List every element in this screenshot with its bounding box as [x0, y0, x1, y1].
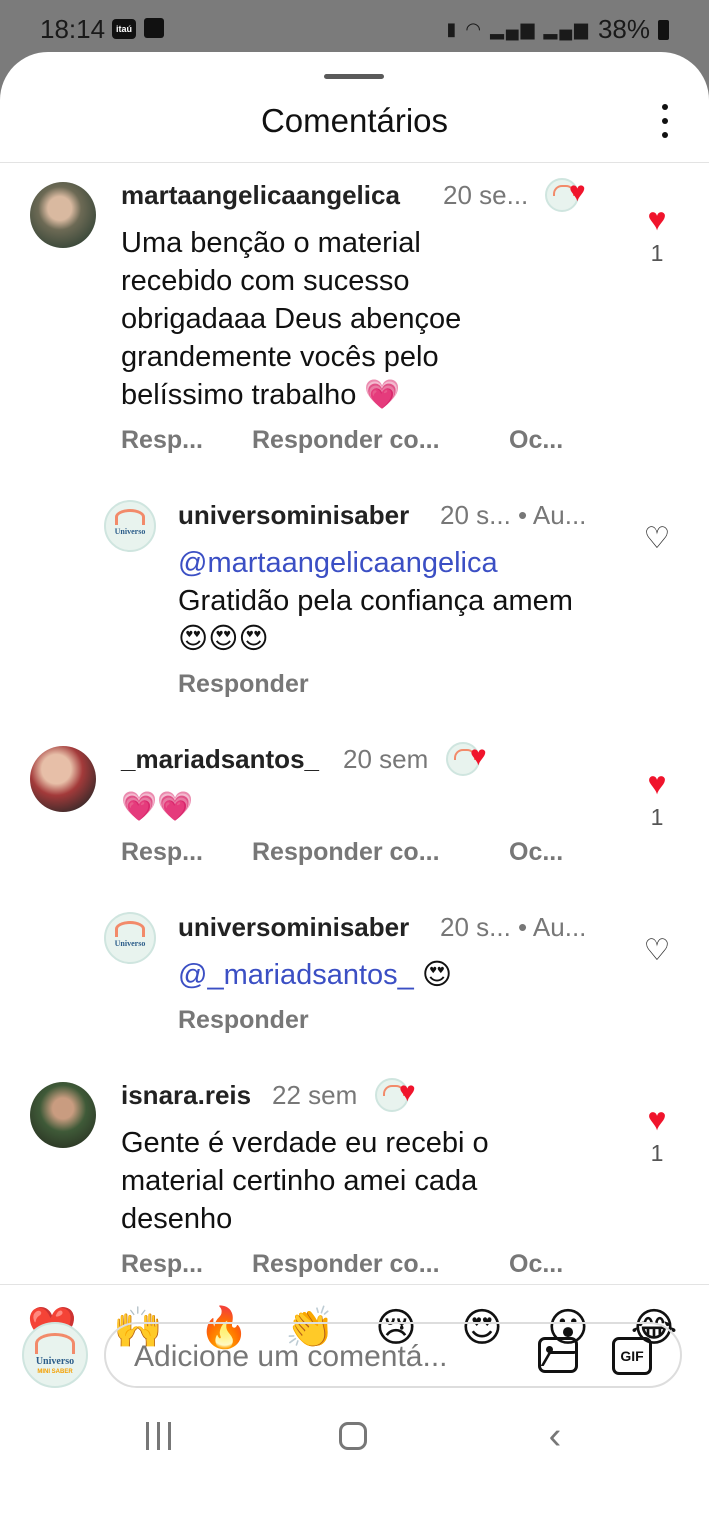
status-bar: 18:14 itaú ▮ ◠ ▂▄▆ ▂▄▆ 38%: [0, 0, 709, 60]
avatar[interactable]: Universo: [104, 912, 156, 964]
creator-liked-badge: ♥: [375, 1076, 433, 1112]
gif-icon[interactable]: GIF: [612, 1337, 652, 1375]
signal-icons: ▮ ◠ ▂▄▆ ▂▄▆: [446, 19, 590, 39]
reply-actions: Responder: [178, 670, 309, 699]
comment-actions: Resp... Responder co... Oc...: [121, 1250, 563, 1279]
hide-button[interactable]: Oc...: [509, 426, 563, 455]
reply-with-button[interactable]: Responder co...: [252, 838, 440, 867]
reply-text: @martaangelicaangelica Gratidão pela con…: [178, 544, 598, 658]
comment-username[interactable]: _mariadsantos_: [121, 744, 319, 775]
reply-text: @_mariadsantos_ 😍: [178, 956, 598, 994]
comment-composer[interactable]: GIF: [104, 1322, 682, 1388]
reply-with-button[interactable]: Responder co...: [252, 426, 440, 455]
comment-time: 20 sem: [343, 744, 429, 774]
current-user-avatar[interactable]: Universo MINI SABER: [22, 1322, 88, 1388]
heart-filled-icon: ♥: [647, 1101, 667, 1137]
comment-time: 22 sem: [272, 1080, 358, 1110]
heart-filled-icon: ♥: [647, 765, 667, 801]
comment-input[interactable]: [132, 1336, 516, 1378]
like-button[interactable]: ♡: [637, 934, 677, 968]
mention-link[interactable]: @martaangelicaangelica: [178, 547, 498, 579]
reply-time: 20 s... • Au...: [440, 912, 587, 942]
comment-username[interactable]: martaangelicaangelica: [121, 180, 400, 211]
reply-username[interactable]: universominisaber: [178, 500, 409, 531]
hide-button[interactable]: Oc...: [509, 838, 563, 867]
heart-filled-icon: ♥: [647, 201, 667, 237]
system-nav-bar: ‹: [0, 1400, 709, 1484]
avatar[interactable]: [30, 1082, 96, 1148]
status-time: 18:14: [40, 14, 106, 44]
comment-actions: Resp... Responder co... Oc...: [121, 838, 563, 867]
comment-text: Gente é verdade eu recebi o material cer…: [121, 1127, 489, 1235]
comments-sheet: Comentários martaangelicaangelica 20 se.…: [0, 52, 709, 1536]
battery-icon: [658, 19, 669, 40]
reply-button[interactable]: Responder: [178, 670, 309, 698]
reply-username[interactable]: universominisaber: [178, 912, 409, 943]
reply-time: 20 s... • Au...: [440, 500, 587, 530]
like-button[interactable]: ♥ 1: [637, 766, 677, 831]
mention-link[interactable]: @_mariadsantos_: [178, 959, 414, 991]
battery-percent: 38%: [597, 14, 650, 44]
hide-button[interactable]: Oc...: [509, 1250, 563, 1279]
recents-icon[interactable]: [140, 1416, 176, 1456]
image-icon[interactable]: [538, 1337, 578, 1373]
back-icon[interactable]: ‹: [540, 1415, 570, 1457]
bank-app-icon: itaú: [112, 19, 136, 39]
avatar[interactable]: [30, 182, 96, 248]
heart-outline-icon: ♡: [643, 522, 671, 555]
like-count: 1: [650, 1140, 664, 1166]
creator-liked-badge: ♥: [545, 176, 603, 212]
comment-actions: Resp... Responder co... Oc...: [121, 426, 563, 455]
heart-outline-icon: ♡: [643, 934, 671, 967]
reply-body: Gratidão pela confiança amem😍😍😍: [178, 585, 573, 655]
reply-with-button[interactable]: Responder co...: [252, 1250, 440, 1279]
reply-actions: Responder: [178, 1006, 309, 1035]
like-button[interactable]: ♡: [637, 522, 677, 556]
reply-button[interactable]: Resp...: [121, 426, 203, 454]
more-options-icon[interactable]: [655, 104, 675, 138]
status-right: ▮ ◠ ▂▄▆ ▂▄▆ 38%: [446, 14, 669, 45]
avatar[interactable]: Universo: [104, 500, 156, 552]
sheet-title: Comentários: [260, 102, 449, 139]
avatar[interactable]: [30, 746, 96, 812]
reply-body: 😍: [413, 959, 453, 991]
creator-liked-badge: ♥: [446, 740, 504, 776]
header-divider: [0, 162, 709, 163]
like-button[interactable]: ♥ 1: [637, 1102, 677, 1167]
composer-divider: [0, 1284, 709, 1285]
comment-username[interactable]: isnara.reis: [121, 1080, 251, 1111]
reply-button[interactable]: Resp...: [121, 838, 203, 866]
like-count: 1: [650, 804, 664, 830]
comment-time: 20 se...: [443, 180, 529, 210]
reply-button[interactable]: Resp...: [121, 1250, 203, 1278]
gallery-notification-icon: [144, 18, 164, 38]
drag-handle[interactable]: [324, 74, 384, 79]
like-button[interactable]: ♥ 1: [637, 202, 677, 267]
home-icon[interactable]: [336, 1416, 370, 1456]
comment-text: Uma benção o material recebido com suces…: [121, 227, 462, 411]
reply-button[interactable]: Responder: [178, 1006, 309, 1034]
like-count: 1: [650, 240, 664, 266]
comment-text: 💗💗: [121, 791, 194, 823]
